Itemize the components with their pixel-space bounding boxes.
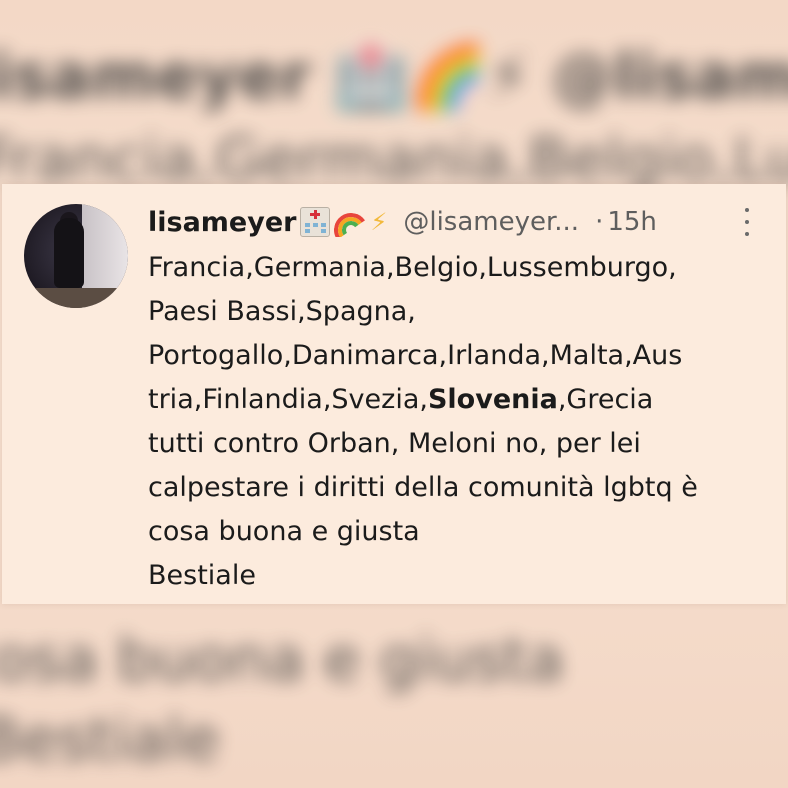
tweet-line: Portogallo,Danimarca,Irlanda,Malta,Aus bbox=[148, 340, 683, 371]
rainbow-icon bbox=[334, 207, 367, 237]
tweet-header: lisameyer ⚡ @lisameyer... · 15h bbox=[148, 202, 768, 242]
tweet-line: Paesi Bassi,Spagna, bbox=[148, 296, 416, 327]
bold-word: Slovenia bbox=[427, 384, 558, 415]
blurred-text-line: Bestiale bbox=[0, 705, 220, 775]
hospital-icon bbox=[300, 207, 331, 237]
tweet-line: cosa buona e giusta bbox=[148, 516, 420, 547]
tweet-text: Francia,Germania,Belgio,Lussemburgo, Pae… bbox=[148, 246, 778, 598]
blurred-text-line: cosa buona e giusta bbox=[0, 625, 564, 695]
tweet-card[interactable]: lisameyer ⚡ @lisameyer... · 15h Francia,… bbox=[2, 184, 786, 604]
tweet-line: calpestare i diritti della comunità lgbt… bbox=[148, 472, 698, 503]
more-options-icon[interactable] bbox=[742, 208, 752, 236]
timestamp[interactable]: 15h bbox=[607, 207, 657, 237]
blurred-header-line: lisameyer 🏥🌈⚡ @lisameyer bbox=[0, 40, 788, 113]
user-handle[interactable]: @lisameyer... bbox=[403, 207, 579, 237]
avatar-floor bbox=[24, 288, 128, 308]
avatar[interactable] bbox=[24, 204, 128, 308]
tweet-line-end: ,Grecia bbox=[557, 384, 654, 415]
display-name[interactable]: lisameyer bbox=[148, 207, 296, 238]
tweet-line: Bestiale bbox=[148, 560, 256, 591]
tweet-line: tutti contro Orban, Meloni no, per lei bbox=[148, 428, 641, 459]
separator-dot: · bbox=[595, 207, 604, 237]
avatar-person bbox=[54, 218, 84, 288]
tweet-line-start: tria,Finlandia,Svezia, bbox=[148, 384, 428, 415]
tweet-line: Francia,Germania,Belgio,Lussemburgo, bbox=[148, 252, 677, 283]
tweet-line: tria,Finlandia,Svezia,Slovenia,Grecia bbox=[148, 378, 778, 422]
lightning-icon: ⚡ bbox=[370, 208, 388, 236]
